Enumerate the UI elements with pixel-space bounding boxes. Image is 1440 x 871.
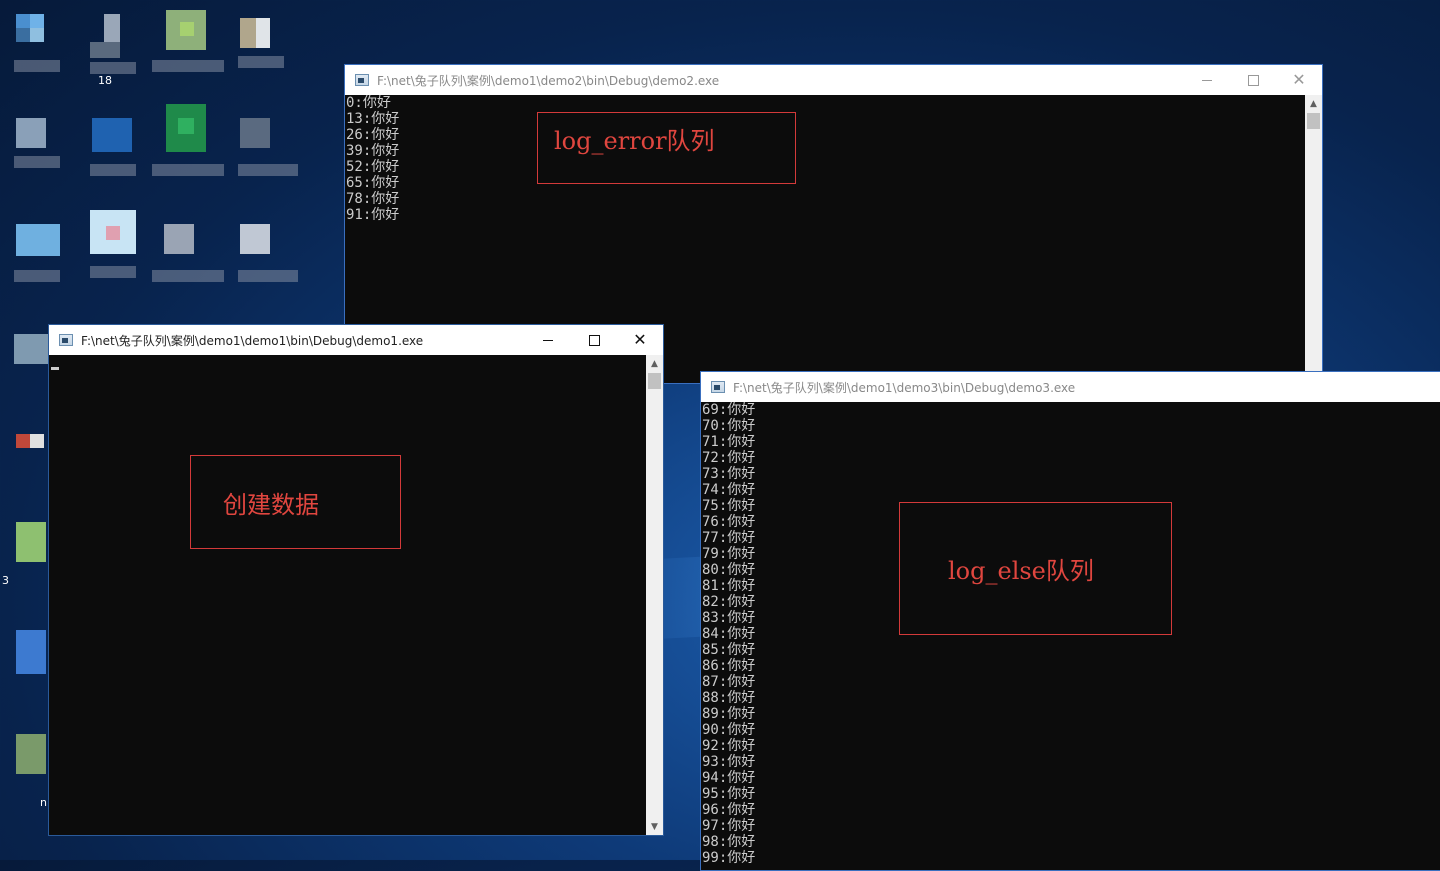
- console-line: 70:你好: [702, 418, 756, 434]
- desktop-icon[interactable]: [90, 104, 136, 176]
- console-line: 92:你好: [702, 738, 756, 754]
- window-title: F:\net\兔子队列\案例\demo1\demo3\bin\Debug\dem…: [733, 380, 1076, 395]
- console-line: 85:你好: [702, 642, 756, 658]
- desktop-icon[interactable]: [152, 102, 224, 176]
- console-line: 71:你好: [702, 434, 756, 450]
- console-line: 96:你好: [702, 802, 756, 818]
- desktop-icon[interactable]: [238, 4, 284, 68]
- console-window-demo1[interactable]: F:\net\兔子队列\案例\demo1\demo1\bin\Debug\dem…: [48, 324, 664, 836]
- desktop-icon[interactable]: [152, 8, 224, 72]
- console-line: 52:你好: [346, 159, 400, 175]
- vertical-scrollbar[interactable]: ▲ ▼: [646, 355, 663, 835]
- console-line: 86:你好: [702, 658, 756, 674]
- console-line: 13:你好: [346, 111, 400, 127]
- console-line: 88:你好: [702, 690, 756, 706]
- console-line: 0:你好: [346, 95, 391, 111]
- desktop-icon-label: 3: [2, 574, 9, 587]
- console-line: 94:你好: [702, 770, 756, 786]
- minimize-button[interactable]: [525, 325, 571, 355]
- window-title: F:\net\兔子队列\案例\demo1\demo1\bin\Debug\dem…: [81, 333, 424, 348]
- annotation-log-else: log_else队列: [899, 502, 1172, 635]
- annotation-log-error: log_error队列: [537, 112, 796, 184]
- desktop-icon[interactable]: [90, 210, 136, 278]
- maximize-button[interactable]: [1230, 65, 1276, 95]
- title-bar[interactable]: F:\net\兔子队列\案例\demo1\demo2\bin\Debug\dem…: [345, 65, 1322, 95]
- console-line: 72:你好: [702, 450, 756, 466]
- console-app-icon: [711, 381, 725, 393]
- console-line: 98:你好: [702, 834, 756, 850]
- title-bar[interactable]: F:\net\兔子队列\案例\demo1\demo1\bin\Debug\dem…: [49, 325, 663, 355]
- console-app-icon: [355, 74, 369, 86]
- desktop-icon-label: n: [40, 796, 47, 809]
- close-button[interactable]: ✕: [1276, 65, 1322, 95]
- console-app-icon: [59, 334, 73, 346]
- minimize-button[interactable]: [1184, 65, 1230, 95]
- console-line: 78:你好: [346, 191, 400, 207]
- maximize-button[interactable]: [571, 325, 617, 355]
- console-output: [49, 355, 646, 835]
- console-line: 69:你好: [702, 402, 756, 418]
- scroll-down-icon[interactable]: ▼: [646, 818, 663, 835]
- minimize-icon: [1202, 79, 1212, 81]
- desktop-icon[interactable]: [238, 210, 298, 282]
- console-line: 95:你好: [702, 786, 756, 802]
- console-output: 69:你好 70:你好 71:你好 72:你好 73:你好 74:你好 75:你好 76:你好…: [701, 402, 1440, 870]
- desktop-icon[interactable]: [238, 104, 298, 176]
- console-line: 93:你好: [702, 754, 756, 770]
- desktop-icon-label: 18: [98, 74, 112, 87]
- scrollbar-thumb[interactable]: [648, 373, 661, 389]
- annotation-label: log_else队列: [948, 557, 1094, 585]
- desktop-icon[interactable]: [14, 210, 60, 282]
- annotation-label: log_error队列: [554, 127, 715, 155]
- scroll-up-icon[interactable]: ▲: [646, 355, 663, 372]
- desktop-icon[interactable]: 18: [90, 12, 136, 87]
- console-line: 89:你好: [702, 706, 756, 722]
- console-line: 26:你好: [346, 127, 400, 143]
- minimize-icon: [543, 339, 553, 341]
- annotation-label: 创建数据: [223, 490, 319, 519]
- maximize-icon: [1247, 74, 1259, 86]
- scroll-up-icon[interactable]: ▲: [1305, 95, 1322, 112]
- console-line: 39:你好: [346, 143, 400, 159]
- console-line: 99:你好: [702, 850, 756, 866]
- maximize-icon: [588, 334, 600, 346]
- title-bar[interactable]: F:\net\兔子队列\案例\demo1\demo3\bin\Debug\dem…: [701, 372, 1440, 402]
- close-icon: ✕: [1292, 70, 1306, 89]
- text-cursor: [51, 367, 59, 370]
- console-line: 74:你好: [702, 482, 756, 498]
- vertical-scrollbar[interactable]: ▲: [1305, 95, 1322, 383]
- console-line: 73:你好: [702, 466, 756, 482]
- console-line: 87:你好: [702, 674, 756, 690]
- window-title: F:\net\兔子队列\案例\demo1\demo2\bin\Debug\dem…: [377, 73, 720, 88]
- close-icon: ✕: [633, 330, 647, 349]
- desktop-icon[interactable]: [152, 210, 224, 282]
- annotation-create-data: 创建数据: [190, 455, 401, 549]
- console-line: 65:你好: [346, 175, 400, 191]
- console-line: 90:你好: [702, 722, 756, 738]
- desktop-icon[interactable]: [14, 12, 60, 72]
- desktop-icon[interactable]: [14, 104, 60, 168]
- scrollbar-thumb[interactable]: [1307, 113, 1320, 129]
- console-line: 91:你好: [346, 207, 400, 223]
- console-line: 97:你好: [702, 818, 756, 834]
- close-button[interactable]: ✕: [617, 325, 663, 355]
